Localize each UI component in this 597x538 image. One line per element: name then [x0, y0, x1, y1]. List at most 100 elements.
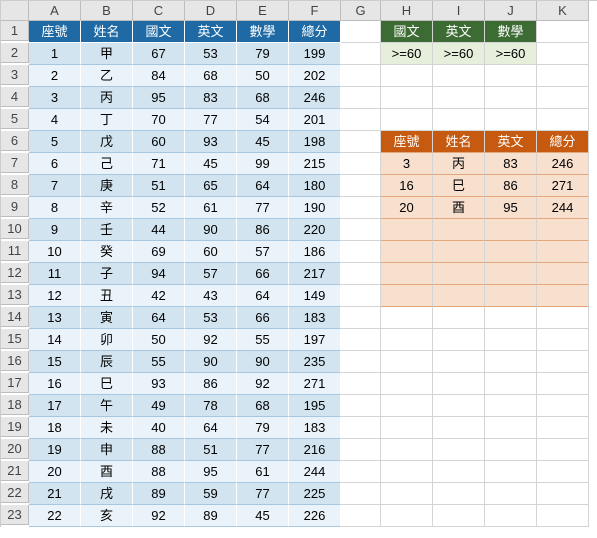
main-header[interactable]: 總分	[289, 21, 341, 43]
result-empty[interactable]	[485, 263, 537, 285]
main-header[interactable]: 座號	[29, 21, 81, 43]
col-header-D[interactable]: D	[185, 1, 237, 21]
empty-cell[interactable]	[381, 351, 433, 373]
empty-cell[interactable]	[341, 417, 381, 439]
empty-cell[interactable]	[381, 87, 433, 109]
row-header-9[interactable]: 9	[1, 197, 29, 217]
main-cell[interactable]: 14	[29, 329, 81, 351]
main-header[interactable]: 國文	[133, 21, 185, 43]
row-header-23[interactable]: 23	[1, 505, 29, 525]
main-cell[interactable]: 16	[29, 373, 81, 395]
result-cell[interactable]: 86	[485, 175, 537, 197]
row-header-12[interactable]: 12	[1, 263, 29, 283]
empty-cell[interactable]	[381, 109, 433, 131]
empty-cell[interactable]	[433, 461, 485, 483]
empty-cell[interactable]	[433, 395, 485, 417]
row-header-1[interactable]: 1	[1, 21, 29, 41]
empty-cell[interactable]	[485, 461, 537, 483]
main-cell[interactable]: 199	[289, 43, 341, 65]
empty-cell[interactable]	[381, 65, 433, 87]
empty-cell[interactable]	[485, 65, 537, 87]
main-cell[interactable]: 午	[81, 395, 133, 417]
empty-cell[interactable]	[381, 307, 433, 329]
result-header[interactable]: 姓名	[433, 131, 485, 153]
main-cell[interactable]: 89	[185, 505, 237, 527]
empty-cell[interactable]	[341, 65, 381, 87]
row-header-2[interactable]: 2	[1, 43, 29, 63]
empty-cell[interactable]	[485, 329, 537, 351]
main-cell[interactable]: 2	[29, 65, 81, 87]
main-cell[interactable]: 79	[237, 417, 289, 439]
row-header-10[interactable]: 10	[1, 219, 29, 239]
empty-cell[interactable]	[381, 461, 433, 483]
main-cell[interactable]: 225	[289, 483, 341, 505]
main-cell[interactable]: 271	[289, 373, 341, 395]
empty-cell[interactable]	[433, 307, 485, 329]
row-header-21[interactable]: 21	[1, 461, 29, 481]
row-header-22[interactable]: 22	[1, 483, 29, 503]
main-cell[interactable]: 77	[237, 197, 289, 219]
col-header-G[interactable]: G	[341, 1, 381, 21]
main-cell[interactable]: 92	[133, 505, 185, 527]
main-cell[interactable]: 149	[289, 285, 341, 307]
result-empty[interactable]	[381, 241, 433, 263]
row-header-4[interactable]: 4	[1, 87, 29, 107]
main-cell[interactable]: 丙	[81, 87, 133, 109]
row-header-19[interactable]: 19	[1, 417, 29, 437]
main-cell[interactable]: 己	[81, 153, 133, 175]
main-cell[interactable]: 190	[289, 197, 341, 219]
main-cell[interactable]: 61	[237, 461, 289, 483]
main-cell[interactable]: 99	[237, 153, 289, 175]
empty-cell[interactable]	[537, 505, 589, 527]
main-cell[interactable]: 90	[185, 351, 237, 373]
main-cell[interactable]: 198	[289, 131, 341, 153]
main-cell[interactable]: 92	[185, 329, 237, 351]
main-cell[interactable]: 88	[133, 461, 185, 483]
main-cell[interactable]: 78	[185, 395, 237, 417]
main-cell[interactable]: 60	[185, 241, 237, 263]
empty-cell[interactable]	[341, 87, 381, 109]
result-cell[interactable]: 83	[485, 153, 537, 175]
main-cell[interactable]: 戌	[81, 483, 133, 505]
empty-cell[interactable]	[433, 505, 485, 527]
main-cell[interactable]: 15	[29, 351, 81, 373]
empty-cell[interactable]	[341, 197, 381, 219]
spreadsheet-grid[interactable]: ABCDEFGHIJK1座號姓名國文英文數學總分國文英文數學21甲6753791…	[0, 0, 597, 527]
empty-cell[interactable]	[537, 395, 589, 417]
empty-cell[interactable]	[381, 505, 433, 527]
result-cell[interactable]: 16	[381, 175, 433, 197]
main-cell[interactable]: 戊	[81, 131, 133, 153]
empty-cell[interactable]	[485, 395, 537, 417]
main-cell[interactable]: 53	[185, 43, 237, 65]
main-cell[interactable]: 癸	[81, 241, 133, 263]
row-header-15[interactable]: 15	[1, 329, 29, 349]
result-cell[interactable]: 95	[485, 197, 537, 219]
col-header-B[interactable]: B	[81, 1, 133, 21]
empty-cell[interactable]	[433, 87, 485, 109]
main-cell[interactable]: 83	[185, 87, 237, 109]
main-cell[interactable]: 42	[133, 285, 185, 307]
row-header-16[interactable]: 16	[1, 351, 29, 371]
empty-cell[interactable]	[341, 461, 381, 483]
empty-cell[interactable]	[537, 307, 589, 329]
main-cell[interactable]: 53	[185, 307, 237, 329]
result-header[interactable]: 座號	[381, 131, 433, 153]
main-cell[interactable]: 88	[133, 439, 185, 461]
main-cell[interactable]: 40	[133, 417, 185, 439]
col-header-E[interactable]: E	[237, 1, 289, 21]
empty-cell[interactable]	[537, 461, 589, 483]
result-empty[interactable]	[433, 285, 485, 307]
empty-cell[interactable]	[433, 329, 485, 351]
main-cell[interactable]: 19	[29, 439, 81, 461]
empty-cell[interactable]	[537, 483, 589, 505]
empty-cell[interactable]	[341, 285, 381, 307]
main-cell[interactable]: 183	[289, 307, 341, 329]
main-cell[interactable]: 4	[29, 109, 81, 131]
row-header-14[interactable]: 14	[1, 307, 29, 327]
main-cell[interactable]: 亥	[81, 505, 133, 527]
main-cell[interactable]: 13	[29, 307, 81, 329]
empty-cell[interactable]	[341, 505, 381, 527]
main-cell[interactable]: 69	[133, 241, 185, 263]
result-cell[interactable]: 271	[537, 175, 589, 197]
main-cell[interactable]: 60	[133, 131, 185, 153]
